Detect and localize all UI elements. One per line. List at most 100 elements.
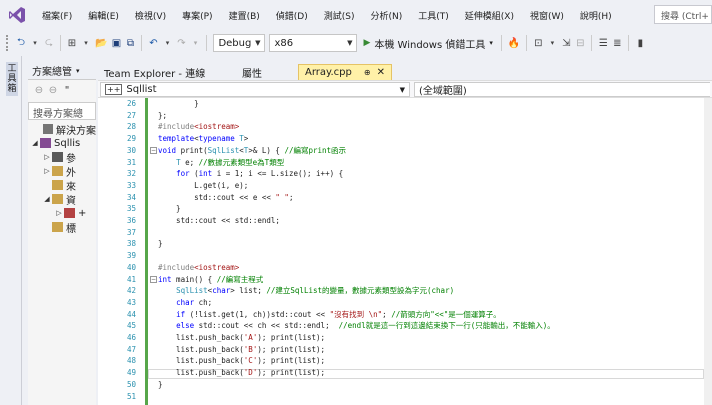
line-number: 43 [126,297,136,307]
new-project-icon[interactable]: ⊞ [65,34,79,52]
vertical-scrollbar[interactable] [704,98,712,405]
search-input[interactable]: 搜尋 (Ctrl+ [654,5,712,24]
pin-icon[interactable]: ⊕ [364,68,371,77]
start-debugging-button[interactable]: ▶ 本機 Windows 偵錯工具 ▾ [359,34,496,52]
project-scope-value: Sqllist [126,84,157,95]
uncomment-icon[interactable]: ≣ [610,34,624,52]
hot-reload-icon[interactable]: 🔥 [506,34,522,52]
toolbar-grip[interactable] [6,35,10,51]
screenshot-icon[interactable]: ⊡ [531,34,545,52]
line-number: 35 [126,204,136,214]
tree-item[interactable]: ▷ + [28,206,96,220]
code-line: T e; //數據元素類型e為T類型 [176,157,285,167]
forward-icon[interactable]: ⮎ [42,34,56,52]
menu-item[interactable]: 分析(N) [362,9,410,22]
visual-studio-logo-icon[interactable] [6,4,28,26]
menu-item[interactable]: 延伸模組(X) [457,9,522,22]
line-number: 39 [126,251,136,261]
tab-properties[interactable]: 屬性 [236,64,298,80]
menu-item[interactable]: 視窗(W) [522,9,572,22]
menu-item[interactable]: 編輯(E) [80,9,127,22]
expand-caret-icon[interactable]: ▷ [54,209,64,217]
more-icon[interactable]: " [60,81,74,99]
menu-item[interactable]: 檔案(F) [34,9,80,22]
open-folder-icon[interactable]: 📂 [93,34,109,52]
comment-icon[interactable]: ☰ [596,34,610,52]
dropdown-arrow-icon[interactable]: ▾ [545,34,559,52]
navigation-bar: ++ Sqllist ▼ (全域範圍) [98,80,712,98]
code-editor[interactable]: 26 27 28 29 30 31 32 33 34 35 36 37 38 39 40 41 42 43 44 45… [98,98,712,405]
configuration-value: Debug [218,37,252,49]
solution-explorer-panel: 方案總管 ▾ ⊖ ⊖ " 搜尋方案總 解決方案 ◢ Sqllis ▷ 參 ▷ 外來 ◢ 資 ▷ + 標 [28,62,96,405]
platform-select[interactable]: x86 ▼ [269,34,358,52]
forward-icon[interactable]: ⊖ [46,81,60,99]
code-line: list.push_back('A'); print(list); [158,333,326,342]
dropdown-arrow-icon[interactable]: ▾ [188,34,202,52]
configuration-select[interactable]: Debug ▼ [213,34,266,52]
tab-label: Team Explorer - 連線 [104,68,206,80]
project-scope-select[interactable]: ++ Sqllist ▼ [100,82,410,97]
collapse-toggle-icon[interactable]: − [150,146,157,154]
menu-item[interactable]: 專案(P) [174,9,220,22]
breakpoint-icon[interactable]: ⊟ [573,34,587,52]
redo-icon[interactable]: ↷ [174,34,188,52]
tree-item[interactable]: ◢ Sqllis [28,136,96,150]
close-icon[interactable]: ✕ [377,67,385,78]
menu-item[interactable]: 工具(T) [410,9,457,22]
expand-caret-icon[interactable]: ▷ [42,167,52,175]
tree-item-label: 參 [66,153,76,165]
expand-caret-icon[interactable]: ◢ [42,195,52,203]
play-icon: ▶ [363,38,371,48]
dropdown-arrow-icon[interactable]: ▾ [160,34,174,52]
line-number: 45 [126,321,136,331]
code-line: std::cout << std::endl; [158,216,280,225]
chevron-down-icon: ▼ [347,39,353,47]
project-icon: ++ [105,84,123,95]
toolbox-tab[interactable]: 工具箱 [6,62,18,96]
scope-select[interactable]: (全域範圍) [414,82,710,97]
save-all-icon[interactable]: ⧉ [123,34,137,52]
code-line: list.push_back('D'); print(list); [158,368,326,378]
tree-item[interactable]: 解決方案 [28,122,96,136]
line-number: 48 [126,356,136,366]
tree-item[interactable]: 標 [28,220,96,234]
tree-item[interactable]: ▷ 參 [28,150,96,164]
collapse-toggle-icon[interactable]: − [150,275,157,283]
menu-item[interactable]: 檢視(V) [127,9,174,22]
menu-item[interactable]: 測試(S) [316,9,363,22]
left-tool-strip: 工具箱 [0,56,22,405]
project-icon [40,138,51,148]
code-line: else std::cout << ch << std::endl; //end… [176,321,555,331]
dropdown-arrow-icon[interactable]: ▾ [28,34,42,52]
line-number: 49 [126,368,136,378]
menu-items: 檔案(F) 編輯(E) 檢視(V) 專案(P) 建置(B) 偵錯(D) 測試(S) 分析(N)… [34,9,620,22]
line-number-gutter: 26 27 28 29 30 31 32 33 34 35 36 37 38 39 40 41 42 43 44 45… [98,98,140,405]
tree-item-label: 標 [66,223,76,235]
menu-item[interactable]: 說明(H) [572,9,620,22]
back-icon[interactable]: ⮌ [14,34,28,52]
expand-caret-icon[interactable]: ▷ [42,153,52,161]
tree-item[interactable]: ◢ 資 [28,192,96,206]
chevron-down-icon[interactable]: ▾ [76,67,80,75]
code-line: } [158,379,163,389]
solution-search-input[interactable]: 搜尋方案總 [28,102,96,120]
code-line: void print(SqlList<T>& L) { //編寫print函示 [158,145,347,155]
menu-item[interactable]: 偵錯(D) [268,9,316,22]
tree-item[interactable]: 來 [28,178,96,192]
line-number: 40 [126,262,136,272]
back-icon[interactable]: ⊖ [32,81,46,99]
code-line: } [158,239,163,249]
expand-caret-icon[interactable]: ◢ [30,139,40,147]
step-icon[interactable]: ⇲ [559,34,573,52]
bookmark-icon[interactable]: ▮ [633,34,647,52]
tree-item[interactable]: ▷ 外 [28,164,96,178]
line-number: 27 [126,110,136,120]
solution-explorer-header[interactable]: 方案總管 ▾ [28,62,96,80]
save-icon[interactable]: ▣ [109,34,123,52]
tab-team-explorer[interactable]: Team Explorer - 連線 [98,64,236,80]
dropdown-arrow-icon[interactable]: ▾ [79,34,93,52]
code-line: int main() { //編寫主程式 [158,274,264,284]
tab-array-cpp[interactable]: Array.cpp ⊕ ✕ [298,64,392,80]
menu-item[interactable]: 建置(B) [221,9,268,22]
undo-icon[interactable]: ↶ [146,34,160,52]
